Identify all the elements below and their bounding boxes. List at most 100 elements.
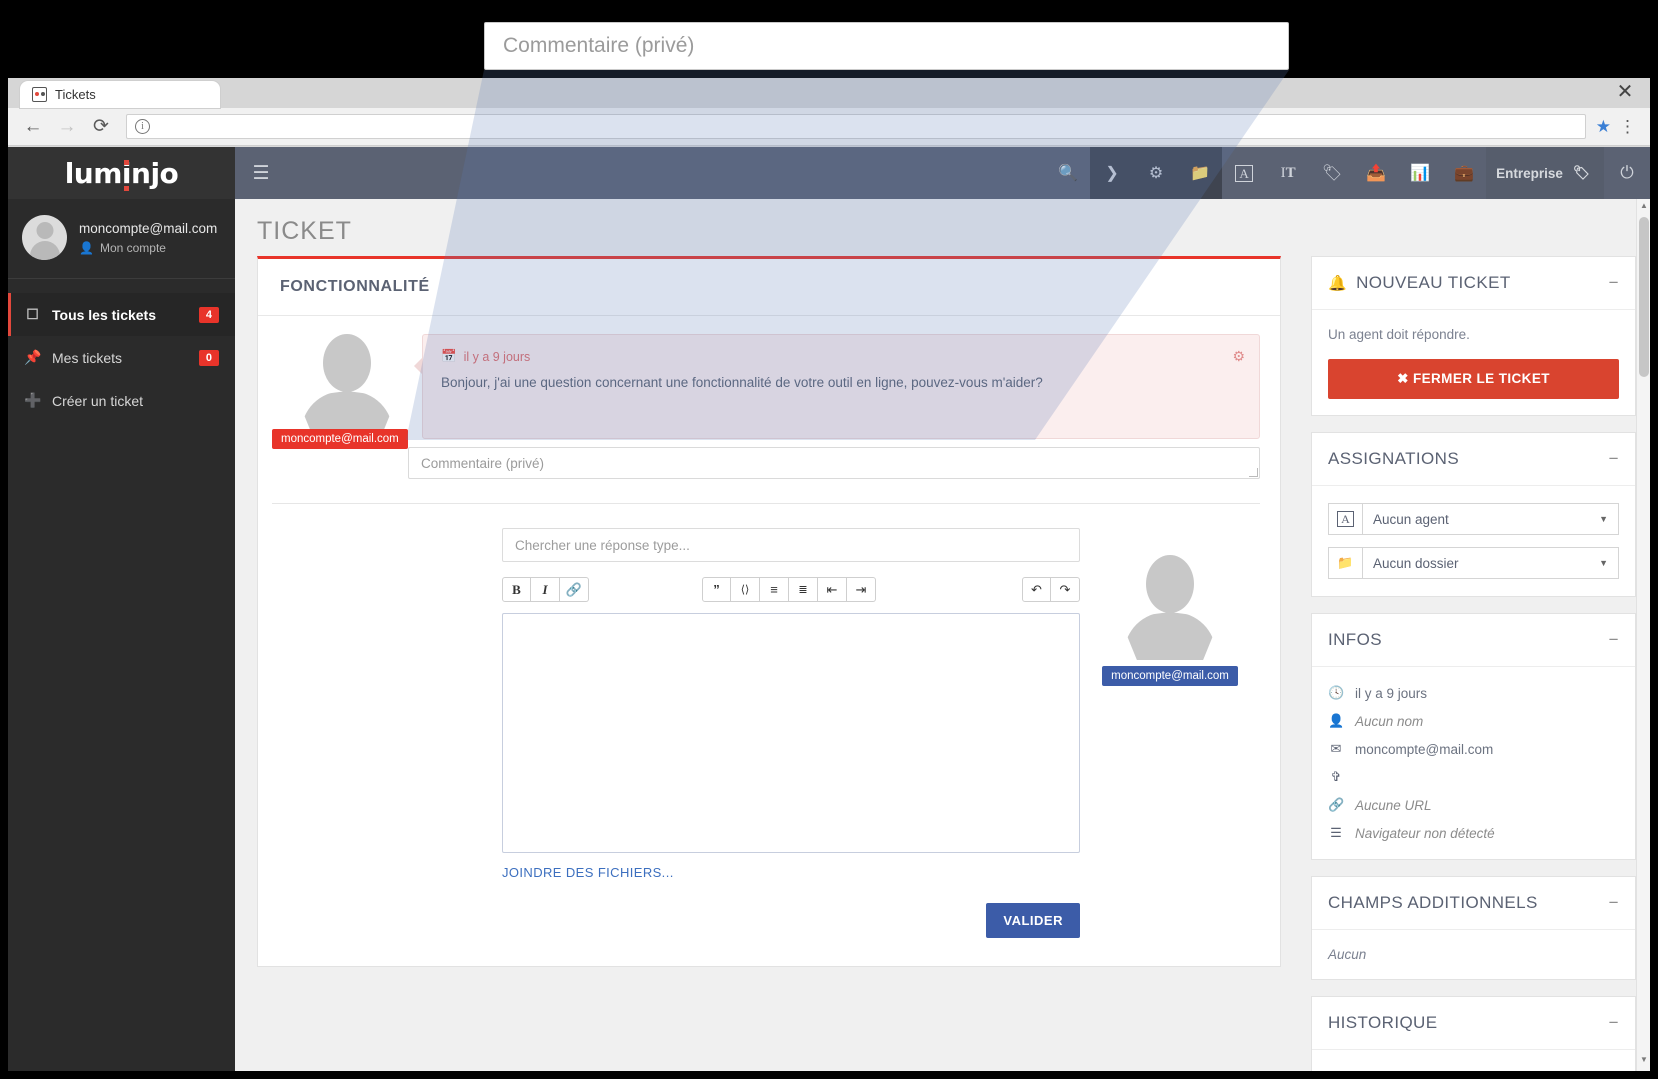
sidebar-item-creer-un-ticket[interactable]: ➕ Créer un ticket [8, 379, 235, 422]
right-panel-column: 🔔 NOUVEAU TICKET − Un agent doit répondr… [1311, 256, 1636, 1071]
reply-body-editor[interactable] [502, 613, 1080, 853]
gear-icon[interactable]: ⚙ [1232, 348, 1245, 365]
bullet-list-button[interactable]: ≡ [760, 577, 789, 602]
blockquote-button[interactable]: ” [702, 577, 731, 602]
private-comment-input[interactable]: Commentaire (privé) [408, 447, 1260, 479]
page-scrollbar[interactable]: ▲ ▼ [1636, 199, 1650, 1071]
back-icon[interactable]: ← [18, 112, 48, 142]
agent-select[interactable]: Aucun agent ▼ [1362, 503, 1619, 535]
panel-nouveau-ticket: 🔔 NOUVEAU TICKET − Un agent doit répondr… [1311, 256, 1636, 416]
pin-icon: 📌 [24, 349, 42, 365]
agent-icon: A [1328, 503, 1362, 535]
folder-assignment-row[interactable]: 📁 Aucun dossier ▼ [1328, 547, 1619, 579]
gear-icon[interactable]: ⚙ [1134, 147, 1179, 199]
magnified-placeholder-text: Commentaire (privé) [503, 34, 695, 57]
code-button[interactable]: ⟨⟩ [731, 577, 760, 602]
window-close-button[interactable]: ✕ [1614, 82, 1636, 104]
agent-assignment-row[interactable]: A Aucun agent ▼ [1328, 503, 1619, 535]
browser-menu-icon[interactable]: ⋮ [1615, 117, 1640, 137]
numbered-list-button[interactable]: ≣ [789, 577, 818, 602]
envelope-icon: ✉ [1330, 741, 1342, 756]
resize-grip-icon[interactable] [1249, 468, 1258, 477]
site-info-icon[interactable]: i [135, 119, 150, 134]
sidebar-item-mes-tickets[interactable]: 📌 Mes tickets 0 [8, 336, 235, 379]
application-viewport: luminjo moncompte@mail.com 👤 Mon compte [8, 147, 1650, 1071]
account-link[interactable]: 👤 Mon compte [79, 241, 217, 255]
avatar-body [1124, 612, 1216, 660]
message-body: Bonjour, j'ai une question concernant un… [441, 375, 1043, 390]
collapse-toggle[interactable]: − [1609, 630, 1619, 650]
hamburger-icon[interactable]: ☰ [235, 147, 287, 199]
browser-tab-title: Tickets [55, 87, 96, 102]
private-comment-placeholder: Commentaire (privé) [421, 455, 545, 471]
redo-button[interactable]: ↷ [1051, 577, 1080, 602]
chart-icon[interactable]: 📊 [1398, 147, 1442, 199]
avatar-head [323, 334, 371, 392]
info-value: moncompte@mail.com [1355, 741, 1494, 757]
bookmark-star-icon[interactable]: ★ [1596, 117, 1611, 137]
message-author-block: moncompte@mail.com [272, 334, 422, 449]
collapse-toggle[interactable]: − [1609, 893, 1619, 913]
folder-select[interactable]: Aucun dossier ▼ [1362, 547, 1619, 579]
import-icon[interactable]: 📤 [1354, 147, 1398, 199]
sidebar-item-label: Créer un ticket [52, 392, 144, 409]
chevron-right-icon[interactable]: ❯ [1090, 147, 1135, 199]
folder-icon[interactable]: 📁 [1178, 147, 1223, 199]
undo-button[interactable]: ↶ [1022, 577, 1051, 602]
magnified-private-comment-field[interactable]: Commentaire (privé) [484, 22, 1289, 70]
forward-icon: → [57, 115, 77, 137]
agent-icon[interactable]: A [1222, 147, 1266, 199]
info-value: il y a 9 jours [1355, 685, 1428, 701]
reload-icon[interactable]: ⟳ [86, 112, 116, 142]
link-icon[interactable]: 🔗 [560, 577, 589, 602]
address-bar[interactable]: i [126, 114, 1586, 139]
close-icon: ✖ [1397, 371, 1409, 386]
power-icon[interactable]: ⏻ [1604, 147, 1650, 199]
collapse-toggle[interactable]: − [1609, 449, 1619, 469]
info-value: Aucune URL [1355, 797, 1432, 813]
it-icon[interactable]: IT [1266, 147, 1310, 199]
inbox-icon: ☐ [26, 306, 39, 322]
collapse-toggle[interactable]: − [1609, 273, 1619, 293]
scroll-up-arrow-icon[interactable]: ▲ [1637, 201, 1650, 215]
close-ticket-label: FERMER LE TICKET [1412, 371, 1550, 386]
message-time: il y a 9 jours [463, 349, 531, 364]
close-ticket-button[interactable]: ✖ FERMER LE TICKET [1328, 359, 1619, 399]
scroll-down-arrow-icon[interactable]: ▼ [1637, 1055, 1650, 1069]
outdent-button[interactable]: ⇤ [818, 577, 847, 602]
message-meta: 📅 il y a 9 jours [441, 349, 1241, 364]
folder-select-value: Aucun dossier [1373, 555, 1459, 571]
collapse-toggle[interactable]: − [1609, 1013, 1619, 1033]
reply-editor-zone: Chercher une réponse type... B I 🔗 ” ⟨⟩ … [258, 504, 1280, 966]
panel-champs-additionnels: CHAMPS ADDITIONNELS − Aucun [1311, 876, 1636, 980]
sidebar-item-tous-les-tickets[interactable]: ☐ Tous les tickets 4 [8, 293, 235, 336]
panel-body: 🕓 il y a 9 jours 👤 Aucun nom ✉ moncompte… [1312, 667, 1635, 859]
browser-icon: ☰ [1330, 825, 1342, 840]
tag-icon[interactable]: 🏷 [1310, 147, 1354, 199]
search-icon[interactable]: 🔍 [1046, 147, 1090, 199]
scrollbar-thumb[interactable] [1639, 217, 1649, 377]
sidebar-item-label: Mes tickets [52, 349, 123, 366]
enterprise-selector[interactable]: Entreprise 🏷 [1486, 147, 1604, 199]
editor-toolbar: B I 🔗 ” ⟨⟩ ≡ ≣ ⇤ ⇥ ↶ ↷ [502, 577, 1080, 602]
ticket-column: FONCTIONNALITÉ moncompte@mail.com 📅 il y… [257, 256, 1281, 967]
sidebar-item-badge: 4 [198, 306, 219, 323]
account-block[interactable]: moncompte@mail.com 👤 Mon compte [8, 199, 235, 279]
panel-title: HISTORIQUE [1328, 1013, 1438, 1032]
user-icon: 👤 [79, 240, 94, 255]
brand-logo[interactable]: luminjo [8, 147, 235, 199]
attach-files-link[interactable]: JOINDRE DES FICHIERS... [502, 865, 1080, 880]
page-title: TICKET [257, 217, 352, 245]
panel-infos: INFOS − 🕓 il y a 9 jours 👤 Aucun nom ✉ m… [1311, 613, 1636, 860]
bold-button[interactable]: B [502, 577, 531, 602]
browser-tab[interactable]: Tickets [20, 81, 220, 108]
italic-button[interactable]: I [531, 577, 560, 602]
link-icon: 🔗 [1328, 797, 1345, 812]
indent-button[interactable]: ⇥ [847, 577, 876, 602]
canned-response-search-input[interactable]: Chercher une réponse type... [502, 528, 1080, 562]
canned-response-placeholder: Chercher une réponse type... [515, 537, 690, 553]
briefcase-icon[interactable]: 💼 [1442, 147, 1486, 199]
submit-button[interactable]: VALIDER [986, 903, 1080, 938]
toolbar-group-format: B I 🔗 [502, 577, 589, 602]
message-author-chip: moncompte@mail.com [272, 429, 408, 449]
